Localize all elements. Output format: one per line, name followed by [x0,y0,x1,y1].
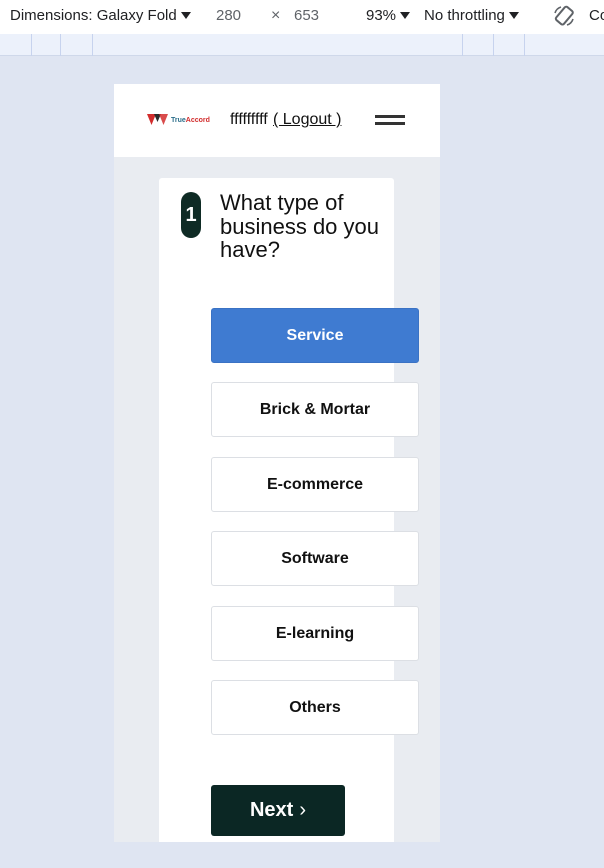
chevron-right-icon: › [299,799,307,821]
next-button[interactable]: Next › [211,785,345,836]
option-software-button[interactable]: Software [211,531,419,586]
option-label: E-learning [275,624,355,642]
rotate-icon[interactable] [552,4,576,28]
option-label: Others [289,698,341,716]
logo-mark-icon [147,114,168,125]
next-button-label: Next [249,799,294,821]
option-service-button[interactable]: Service [211,308,419,363]
media-query-ruler [0,34,604,56]
option-label: Software [281,549,349,567]
trueaccord-logo[interactable]: TrueAccord [147,114,210,126]
times-icon: × [271,7,281,24]
height-input[interactable]: 653 [294,7,319,24]
caret-down-icon [180,12,191,19]
zoom-value: 93% [366,7,397,24]
site-header: TrueAccord fffffffff ( Logout ) [114,84,440,157]
device-viewport: TrueAccord fffffffff ( Logout ) 1 What t… [114,84,440,842]
zoom-dropdown[interactable]: 93% [366,7,411,24]
option-brick-mortar-button[interactable]: Brick & Mortar [211,382,419,437]
logout-link[interactable]: ( Logout ) [273,111,341,129]
throttling-dropdown[interactable]: No throttling [424,7,519,24]
username-label: fffffffff [230,111,268,128]
option-label: Service [286,326,344,344]
option-label: E-commerce [266,475,364,493]
devtools-device-toolbar: Dimensions: Galaxy Fold 280 × 653 93% No… [0,0,604,34]
caret-down-icon [508,12,519,19]
width-input[interactable]: 280 [216,7,241,24]
caret-down-icon [400,12,411,19]
option-label: Brick & Mortar [259,400,371,418]
option-elearning-button[interactable]: E-learning [211,606,419,661]
option-others-button[interactable]: Others [211,680,419,735]
step-number-badge: 1 [181,192,201,238]
dimensions-dropdown[interactable]: Dimensions: Galaxy Fold [10,7,191,24]
throttling-value: No throttling [424,7,505,24]
option-ecommerce-button[interactable]: E-commerce [211,457,419,512]
logo-text: TrueAccord [171,116,210,124]
hamburger-menu-icon[interactable] [375,115,407,129]
dimensions-label: Dimensions: Galaxy Fold [10,7,177,24]
question-title: What type of business do you have? [220,190,379,262]
more-options-label[interactable]: Co [589,7,604,24]
